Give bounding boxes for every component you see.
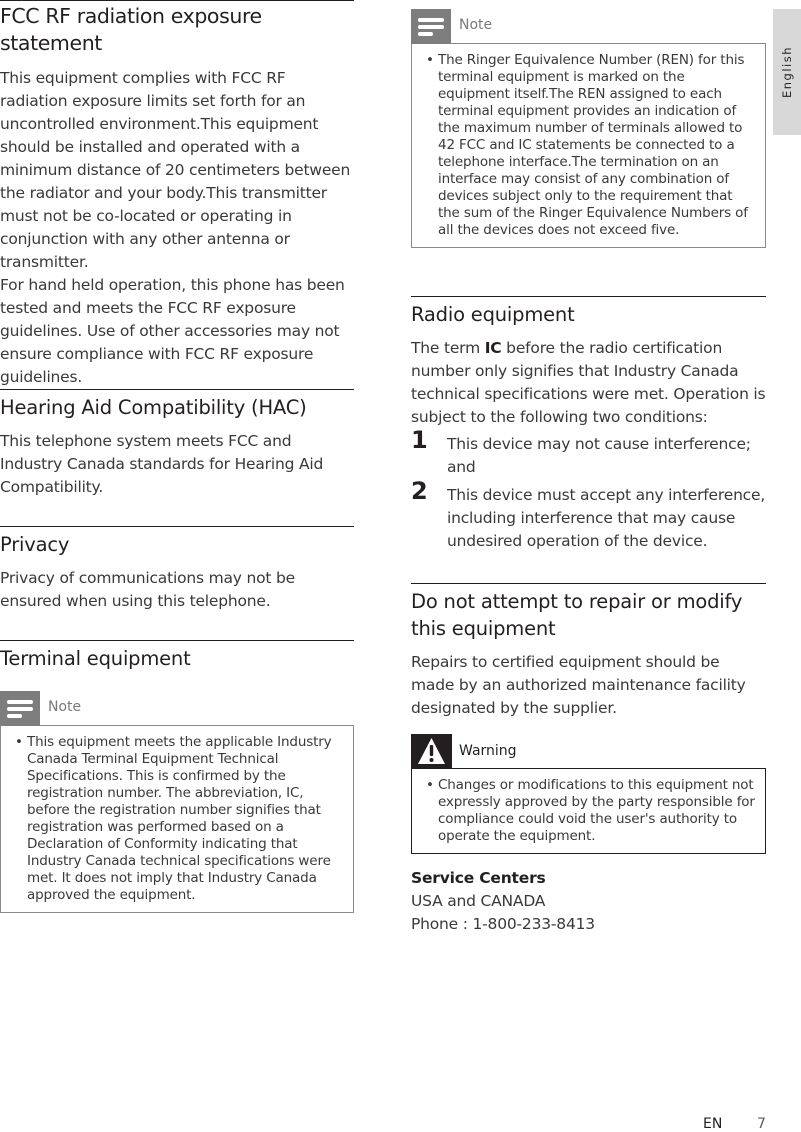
repair-title: Do not attempt to repair or modify this … <box>411 590 743 640</box>
privacy-paragraph: Privacy of communications may not be ens… <box>0 569 295 610</box>
condition-item: 1 This device may not cause interference… <box>411 428 766 479</box>
warning-label: Warning <box>459 743 517 759</box>
service-phone: Phone : 1-800-233-8413 <box>411 915 595 933</box>
footer-language: EN <box>703 1116 723 1132</box>
note-bullet: The Ringer Equivalence Number (REN) for … <box>426 52 757 239</box>
language-side-tab: English <box>773 9 801 135</box>
note-label: Note <box>459 17 493 33</box>
note-bullet: This equipment meets the applicable Indu… <box>15 734 345 904</box>
fcc-section: FCC RF radiation exposure statement This… <box>0 0 354 389</box>
hac-title: Hearing Aid Compatibility (HAC) <box>0 396 307 419</box>
condition-text: This device must accept any interference… <box>447 486 766 550</box>
radio-title: Radio equipment <box>411 303 575 326</box>
terminal-section: Terminal equipment Note This equipment m… <box>0 640 354 913</box>
radio-intro: The term IC before the radio certificati… <box>411 339 766 426</box>
repair-paragraph: Repairs to certified equipment should be… <box>411 653 746 717</box>
note-label: Note <box>48 699 82 715</box>
ic-term: IC <box>484 339 502 357</box>
hac-paragraph: This telephone system meets FCC and Indu… <box>0 432 324 496</box>
service-centers: Service Centers USA and CANADA Phone : 1… <box>411 867 766 936</box>
warning-callout: Warning Changes or modifications to this… <box>411 734 766 854</box>
privacy-title: Privacy <box>0 533 70 556</box>
language-tab-label: English <box>780 45 794 99</box>
note-icon <box>411 9 451 44</box>
note-icon <box>0 691 40 726</box>
page-number: 7 <box>757 1116 766 1132</box>
service-title: Service Centers <box>411 869 546 887</box>
terminal-note: Note This equipment meets the applicable… <box>0 691 354 913</box>
radio-section: Radio equipment The term IC before the r… <box>411 296 766 553</box>
fcc-paragraph-2: For hand held operation, this phone has … <box>0 276 345 386</box>
condition-number: 2 <box>411 477 428 505</box>
terminal-title: Terminal equipment <box>0 647 191 670</box>
service-region: USA and CANADA <box>411 892 546 910</box>
fcc-paragraph-1: This equipment complies with FCC RF radi… <box>0 69 351 271</box>
condition-item: 2 This device must accept any interferen… <box>411 479 766 553</box>
fcc-title: FCC RF radiation exposure statement <box>0 4 262 55</box>
condition-number: 1 <box>411 426 428 454</box>
warning-bullet: Changes or modifications to this equipme… <box>426 777 757 845</box>
condition-text: This device may not cause interference; … <box>447 435 751 476</box>
left-column: FCC RF radiation exposure statement This… <box>0 0 354 913</box>
privacy-section: Privacy Privacy of communications may no… <box>0 526 354 613</box>
warning-icon <box>411 734 452 768</box>
hac-section: Hearing Aid Compatibility (HAC) This tel… <box>0 389 354 499</box>
ren-note: Note The Ringer Equivalence Number (REN)… <box>411 9 766 248</box>
repair-section: Do not attempt to repair or modify this … <box>411 583 766 720</box>
